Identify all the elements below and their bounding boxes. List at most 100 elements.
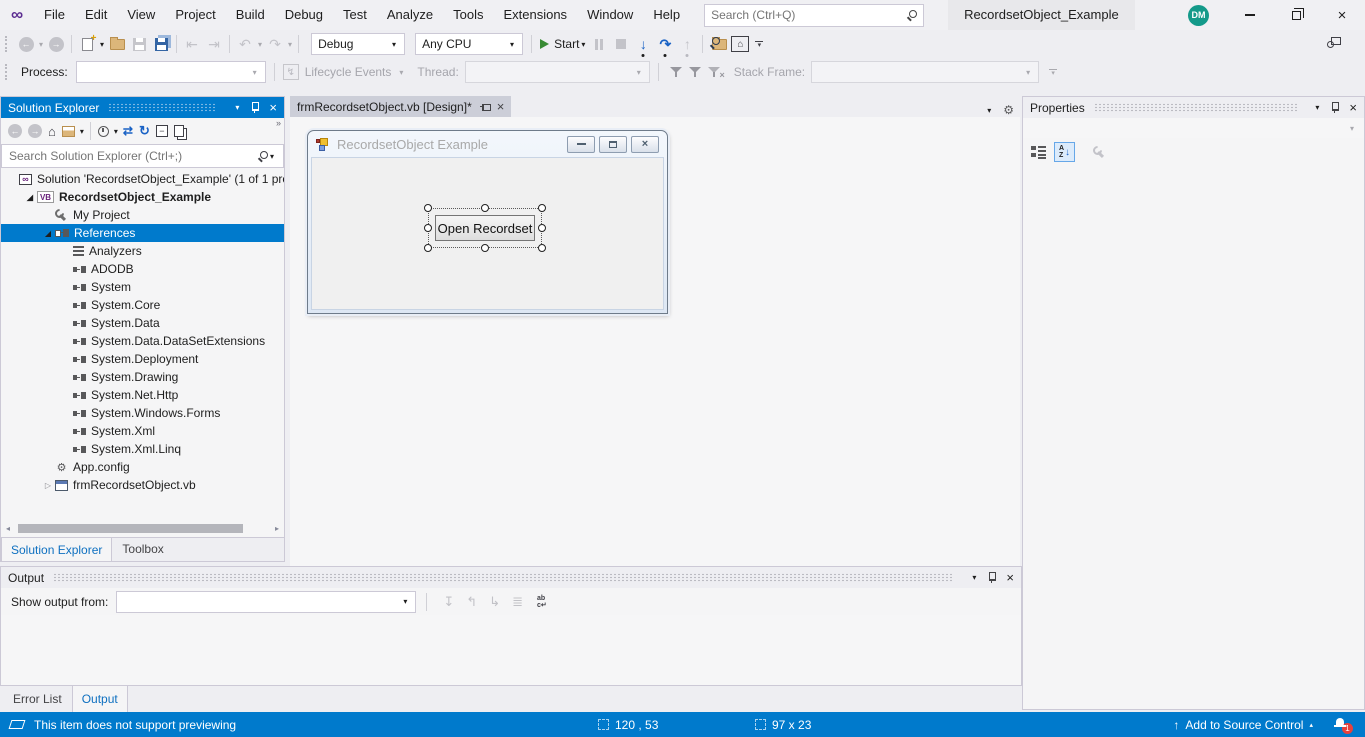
se-forward-button[interactable]: →: [28, 124, 42, 138]
menu-item-file[interactable]: File: [34, 0, 75, 30]
selection-handle[interactable]: [481, 244, 489, 252]
scrollbar-thumb[interactable]: [18, 524, 243, 533]
indent-icon[interactable]: ⇥: [204, 33, 224, 55]
toolbar-options-icon[interactable]: ▾: [1049, 69, 1057, 76]
tree-item[interactable]: System.Data: [1, 314, 284, 332]
web-browser-button[interactable]: ⌂: [730, 33, 750, 55]
document-tab[interactable]: frmRecordsetObject.vb [Design]* ×: [290, 96, 511, 117]
tree-item[interactable]: ADODB: [1, 260, 284, 278]
close-icon[interactable]: ×: [1006, 571, 1014, 584]
output-titlebar[interactable]: Output ▾ ×: [1, 567, 1021, 588]
scroll-right-icon[interactable]: ▸: [270, 524, 284, 533]
tree-item[interactable]: System.Data.DataSetExtensions: [1, 332, 284, 350]
switch-views-icon[interactable]: [62, 126, 75, 137]
tree-item[interactable]: System.Net.Http: [1, 386, 284, 404]
pin-tab-icon[interactable]: [479, 102, 491, 112]
step-into-button[interactable]: ↓: [633, 33, 653, 55]
close-icon[interactable]: ×: [269, 101, 277, 114]
quick-search-input[interactable]: [711, 8, 906, 22]
toolbar-overflow-icon[interactable]: »: [276, 118, 280, 128]
tree-item[interactable]: System.Deployment: [1, 350, 284, 368]
quick-search-box[interactable]: [704, 4, 924, 27]
expander-expanded-icon[interactable]: ◢: [23, 193, 37, 202]
expander-expanded-icon[interactable]: ◢: [41, 229, 55, 238]
tab-solution-explorer[interactable]: Solution Explorer: [1, 538, 112, 561]
save-button[interactable]: [129, 33, 149, 55]
undo-dropdown-icon[interactable]: ▾: [258, 40, 262, 49]
menu-item-debug[interactable]: Debug: [275, 0, 333, 30]
menu-item-extensions[interactable]: Extensions: [493, 0, 577, 30]
selection-handle[interactable]: [538, 224, 546, 232]
designed-form[interactable]: RecordsetObject Example × Open Recordset: [307, 130, 668, 314]
navigate-forward-button[interactable]: →: [46, 33, 66, 55]
titlebar-grip[interactable]: [53, 573, 954, 582]
selection-handle[interactable]: [538, 244, 546, 252]
send-feedback-icon[interactable]: [1325, 37, 1341, 51]
menu-item-view[interactable]: View: [117, 0, 165, 30]
solution-search-input[interactable]: [9, 149, 257, 163]
menu-item-analyze[interactable]: Analyze: [377, 0, 443, 30]
tree-item[interactable]: System.Core: [1, 296, 284, 314]
show-all-files-icon[interactable]: [174, 125, 187, 137]
document-options-gear-icon[interactable]: ⚙: [1003, 103, 1014, 117]
tree-item[interactable]: System.Drawing: [1, 368, 284, 386]
alphabetical-sort-icon[interactable]: AZ↓: [1054, 142, 1075, 162]
selection-handle[interactable]: [424, 244, 432, 252]
menu-item-help[interactable]: Help: [643, 0, 690, 30]
navigate-back-button[interactable]: ←: [16, 33, 36, 55]
search-options-icon[interactable]: ▾: [270, 152, 274, 161]
new-project-button[interactable]: [77, 33, 97, 55]
add-to-source-control-button[interactable]: ↑ Add to Source Control ▴: [1173, 718, 1313, 732]
menu-item-test[interactable]: Test: [333, 0, 377, 30]
menu-item-edit[interactable]: Edit: [75, 0, 117, 30]
toolbar-options-icon[interactable]: ▾: [755, 41, 763, 48]
tree-item[interactable]: System: [1, 278, 284, 296]
tree-item[interactable]: ◢VBRecordsetObject_Example: [1, 188, 284, 206]
tab-output[interactable]: Output: [72, 686, 128, 712]
process-dropdown[interactable]: ▾: [76, 61, 266, 83]
undo-button[interactable]: ↶: [235, 33, 255, 55]
configuration-dropdown[interactable]: Debug▾: [311, 33, 405, 55]
pause-button[interactable]: [589, 33, 609, 55]
close-button[interactable]: ×: [1319, 0, 1365, 30]
sync-with-active-document-icon[interactable]: ⇄: [123, 124, 133, 138]
designed-form-titlebar[interactable]: RecordsetObject Example ×: [308, 131, 667, 157]
selection-handle[interactable]: [538, 204, 546, 212]
menu-item-tools[interactable]: Tools: [443, 0, 493, 30]
solution-explorer-titlebar[interactable]: Solution Explorer ▾ ×: [1, 97, 284, 118]
output-source-dropdown[interactable]: ▾: [116, 591, 416, 613]
notifications-bell-icon[interactable]: 1: [1334, 717, 1347, 730]
step-out-button[interactable]: ↑: [677, 33, 697, 55]
pin-icon[interactable]: [1330, 102, 1340, 114]
open-file-button[interactable]: [107, 33, 127, 55]
tree-item[interactable]: ∞Solution 'RecordsetObject_Example' (1 o…: [1, 170, 284, 188]
user-avatar[interactable]: DM: [1188, 5, 1209, 26]
menu-item-project[interactable]: Project: [165, 0, 225, 30]
titlebar-grip[interactable]: [1094, 103, 1298, 112]
close-icon[interactable]: ×: [1349, 101, 1357, 114]
tree-item[interactable]: System.Windows.Forms: [1, 404, 284, 422]
tree-item[interactable]: My Project: [1, 206, 284, 224]
menu-item-window[interactable]: Window: [577, 0, 643, 30]
stop-button[interactable]: [611, 33, 631, 55]
home-icon[interactable]: ⌂: [48, 124, 56, 139]
step-over-button[interactable]: ↷: [655, 33, 675, 55]
refresh-icon[interactable]: ↻: [139, 123, 150, 139]
selection-handle[interactable]: [424, 224, 432, 232]
find-in-files-button[interactable]: [708, 33, 728, 55]
active-files-dropdown-icon[interactable]: ▾: [987, 106, 991, 115]
tree-item[interactable]: System.Xml.Linq: [1, 440, 284, 458]
toolbar-grip[interactable]: [5, 64, 10, 80]
tab-toolbox[interactable]: Toolbox: [112, 538, 173, 561]
expander-collapsed-icon[interactable]: ▷: [41, 481, 55, 490]
unindent-icon[interactable]: ⇤: [182, 33, 202, 55]
horizontal-scrollbar[interactable]: ◂ ▸: [1, 520, 284, 537]
window-position-dropdown-icon[interactable]: ▾: [972, 573, 976, 582]
se-back-button[interactable]: ←: [8, 124, 22, 138]
pin-icon[interactable]: [250, 102, 260, 114]
scroll-left-icon[interactable]: ◂: [1, 524, 15, 533]
titlebar-grip[interactable]: [108, 103, 217, 112]
pin-icon[interactable]: [987, 572, 997, 584]
start-debugging-button[interactable]: Start ▾: [540, 33, 587, 55]
redo-button[interactable]: ↷: [265, 33, 285, 55]
